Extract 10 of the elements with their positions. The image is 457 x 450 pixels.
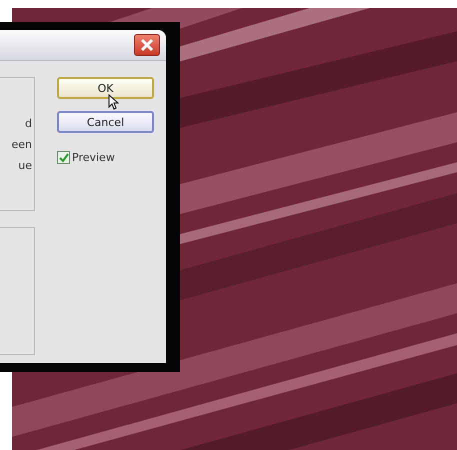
close-button[interactable] xyxy=(134,34,160,56)
panel-text: ue xyxy=(18,158,32,172)
preview-label: Preview xyxy=(72,151,115,164)
close-icon xyxy=(140,38,154,52)
dialog-button[interactable]: OK xyxy=(57,77,154,99)
panel-text: d xyxy=(25,116,32,130)
cursor-icon xyxy=(108,94,119,110)
preview-checkbox[interactable] xyxy=(57,151,70,164)
panel-text: een xyxy=(11,138,32,150)
dialog-button[interactable]: Cancel xyxy=(57,111,154,133)
